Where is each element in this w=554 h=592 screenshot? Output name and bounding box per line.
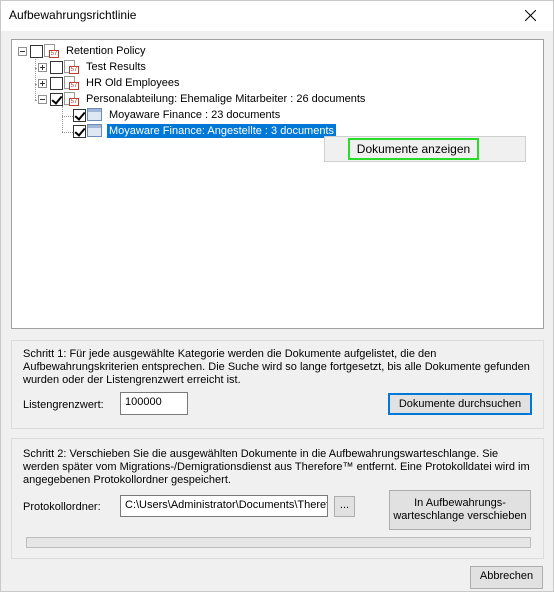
- retention-policy-dialog: Aufbewahrungsrichtlinie 57 Retention Pol…: [0, 0, 554, 592]
- close-button[interactable]: [507, 1, 553, 31]
- checkbox[interactable]: [73, 124, 86, 138]
- tree-item-retention-policy[interactable]: 57 Retention Policy: [18, 43, 148, 59]
- step1-description: Schritt 1: Für jede ausgewählte Kategori…: [23, 348, 530, 386]
- folder-label: Protokollordner:: [23, 501, 101, 513]
- search-documents-button[interactable]: Dokumente durchsuchen: [388, 393, 532, 415]
- tree-item-label: Retention Policy: [66, 45, 146, 57]
- browse-button[interactable]: ...: [334, 496, 355, 517]
- tree-item-label: Moyaware Finance: Angestellte : 3 docume…: [107, 124, 337, 138]
- close-icon: [524, 9, 536, 22]
- folder-input[interactable]: C:\Users\Administrator\Documents\Therefo…: [120, 495, 328, 517]
- tree-item-label: HR Old Employees: [86, 77, 180, 89]
- move-button-line1: In Aufbewahrungs-: [414, 497, 506, 509]
- category-icon: [87, 108, 103, 122]
- move-button-line2: warteschlange verschieben: [393, 510, 527, 522]
- context-menu: Dokumente anzeigen: [324, 136, 526, 162]
- tree-item-test-results[interactable]: 57 Test Results: [38, 59, 148, 75]
- category-icon: [87, 124, 103, 138]
- tree-item-hr-old-employees[interactable]: 57 HR Old Employees: [38, 75, 182, 91]
- checkbox[interactable]: [50, 60, 63, 74]
- expand-icon[interactable]: [38, 78, 47, 88]
- move-to-queue-button[interactable]: In Aufbewahrungs- warteschlange verschie…: [389, 490, 531, 530]
- tree-item-personalabteilung[interactable]: 57 Personalabteilung: Ehemalige Mitarbei…: [38, 91, 367, 107]
- progress-bar: [26, 537, 531, 548]
- category-tree[interactable]: 57 Retention Policy 57 Test Results 57 H…: [11, 39, 544, 329]
- cancel-button[interactable]: Abbrechen: [470, 566, 543, 589]
- limit-input[interactable]: 100000: [120, 392, 188, 415]
- tree-item-label: Test Results: [86, 61, 146, 73]
- collapse-icon[interactable]: [18, 46, 27, 56]
- collapse-icon[interactable]: [38, 94, 47, 104]
- checkbox[interactable]: [50, 92, 63, 106]
- limit-label: Listengrenzwert:: [23, 399, 104, 411]
- window-title: Aufbewahrungsrichtlinie: [9, 8, 137, 22]
- policy-icon: 57: [64, 92, 80, 106]
- tree-item-label: Moyaware Finance : 23 documents: [109, 109, 281, 121]
- step1-group: Schritt 1: Für jede ausgewählte Kategori…: [11, 340, 544, 429]
- policy-icon: 57: [44, 44, 60, 58]
- checkbox[interactable]: [30, 44, 43, 58]
- policy-icon: 57: [64, 60, 80, 74]
- checkbox[interactable]: [73, 108, 86, 122]
- menu-item-show-documents[interactable]: Dokumente anzeigen: [348, 138, 479, 160]
- tree-item-moyaware-finance[interactable]: Moyaware Finance : 23 documents: [73, 107, 282, 123]
- checkbox[interactable]: [50, 76, 63, 90]
- policy-icon: 57: [64, 76, 80, 90]
- tree-item-label: Personalabteilung: Ehemalige Mitarbeiter…: [86, 93, 366, 105]
- expand-icon[interactable]: [38, 62, 47, 72]
- tree-item-moyaware-finance-angestellte[interactable]: Moyaware Finance: Angestellte : 3 docume…: [73, 123, 337, 139]
- step2-description: Schritt 2: Verschieben Sie die ausgewähl…: [23, 448, 530, 486]
- title-bar: Aufbewahrungsrichtlinie: [1, 1, 553, 31]
